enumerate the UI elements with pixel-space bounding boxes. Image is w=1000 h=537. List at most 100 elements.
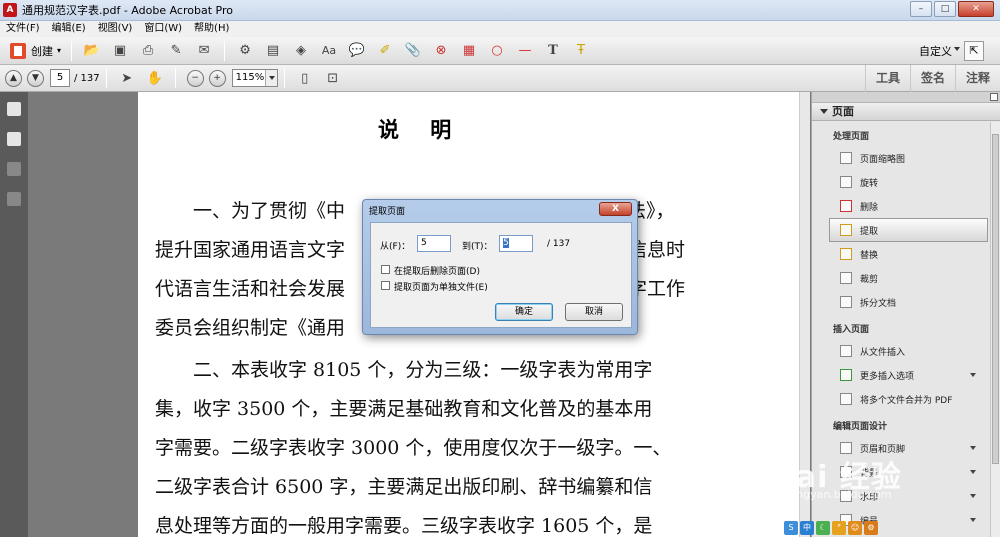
from-label: 从(F)： (380, 242, 411, 252)
previous-page-icon[interactable]: ▲ (5, 69, 22, 87)
panel-item-more-insert[interactable]: 更多插入选项 (812, 363, 1000, 387)
panel-item-label: 从文件插入 (860, 347, 906, 358)
highlight-icon[interactable]: ✐ (376, 42, 394, 60)
panel-options-icon[interactable] (990, 93, 998, 101)
bookmarks-icon[interactable] (7, 132, 21, 146)
section-title: 处理页面 (833, 132, 870, 142)
zoom-select[interactable]: 115% (231, 69, 278, 87)
crop-icon (840, 272, 852, 284)
email-icon[interactable]: ✉ (195, 42, 213, 60)
extract-separate-checkbox[interactable] (381, 281, 390, 290)
split-icon (840, 296, 852, 308)
stamp-icon[interactable]: ◈ (292, 42, 310, 60)
expand-icon[interactable]: ⇱ (964, 41, 984, 61)
menu-help[interactable]: 帮助(H) (188, 21, 235, 37)
tab-tools[interactable]: 工具 (864, 65, 910, 92)
attach-icon[interactable]: 📎 (404, 42, 422, 60)
toolbar-separator (283, 68, 285, 88)
panel-header-pages[interactable]: 页面 (812, 103, 1000, 121)
ime-icon[interactable]: S (784, 521, 798, 535)
extract-separate-label[interactable]: 提取页面为单独文件(E) (394, 280, 488, 293)
task-tabs: 工具 签名 注释 (864, 65, 1000, 92)
create-button[interactable]: 创建 ▾ (6, 40, 65, 62)
text-edit-icon[interactable]: Ŧ (572, 42, 590, 60)
ok-button[interactable]: 确定 (495, 303, 553, 321)
panel-item-delete[interactable]: 删除 (812, 194, 1000, 218)
chinese-mode-icon[interactable]: 中 (800, 521, 814, 535)
to-page-value: 5 (503, 238, 509, 248)
zoom-in-icon[interactable]: + (208, 69, 226, 87)
chevron-down-icon (970, 373, 976, 377)
fit-page-icon[interactable]: ▯ (296, 69, 314, 87)
delete-icon (840, 200, 852, 212)
delete-after-extract-label[interactable]: 在提取后删除页面(D) (394, 264, 480, 277)
open-icon[interactable]: 📂 (83, 42, 101, 60)
tab-sign[interactable]: 签名 (909, 65, 955, 92)
panel-item-split[interactable]: 拆分文档 (812, 290, 1000, 314)
panel-item-label: 页面缩略图 (860, 154, 906, 165)
panel-item-replace[interactable]: 替换 (812, 242, 1000, 266)
chevron-down-icon (970, 446, 976, 450)
dialog-close-button[interactable]: X (599, 202, 632, 216)
customize-menu[interactable]: 自定义 (919, 43, 952, 59)
attachments-icon[interactable] (7, 162, 21, 176)
title-bar: A 通用规范汉字表.pdf - Adobe Acrobat Pro – □ ✕ (0, 0, 1000, 21)
rotate-icon (840, 176, 852, 188)
cancel-button[interactable]: 取消 (565, 303, 623, 321)
print-icon[interactable]: ⎙ (139, 42, 157, 60)
insert-file-icon (840, 345, 852, 357)
hand-tool-icon[interactable]: ✋ (146, 69, 164, 87)
to-page-input[interactable]: 5 (499, 235, 533, 252)
total-pages: / 137 (547, 239, 571, 249)
panel-item-label: 提取 (860, 226, 879, 237)
edit-icon[interactable]: ✎ (167, 42, 185, 60)
page-number-input[interactable]: 5 (50, 69, 70, 87)
maximize-button[interactable]: □ (934, 1, 956, 17)
panel-scrollbar[interactable] (990, 122, 1000, 537)
panel-item-thumbnails[interactable]: 页面缩略图 (812, 146, 1000, 170)
panel-item-label: 删除 (860, 202, 879, 213)
save-icon[interactable]: ▣ (111, 42, 129, 60)
punctuation-icon[interactable]: ° (832, 521, 846, 535)
fullscreen-icon[interactable]: ⊡ (324, 69, 342, 87)
paragraph-line: 息处理等方面的一般用字需要。三级字表收字 1605 个，是 (155, 515, 653, 537)
save-copy-icon[interactable]: ▤ (264, 42, 282, 60)
panel-item-extract[interactable]: 提取 (829, 218, 988, 242)
chevron-down-icon (954, 47, 960, 51)
menu-file[interactable]: 文件(F) (0, 21, 46, 37)
baidu-watermark-url: jingyan.baidu.com (790, 488, 892, 501)
zoom-out-icon[interactable]: − (186, 69, 204, 87)
signatures-icon[interactable] (7, 192, 21, 206)
settings-icon[interactable]: ⚙ (864, 521, 878, 535)
text-size-icon[interactable]: Aa (320, 42, 338, 60)
window-controls: – □ ✕ (908, 1, 994, 17)
toolbar-separator (174, 68, 176, 88)
line-icon[interactable]: — (516, 42, 534, 60)
moon-icon[interactable]: ☾ (816, 521, 830, 535)
menu-window[interactable]: 窗口(W) (138, 21, 188, 37)
page-thumbnails-icon[interactable] (7, 102, 21, 116)
note-icon[interactable]: ▦ (460, 42, 478, 60)
comment-icon[interactable]: 💬 (348, 42, 366, 60)
circle-icon[interactable]: ○ (488, 42, 506, 60)
minimize-button[interactable]: – (910, 1, 932, 17)
text-icon[interactable]: T (544, 42, 562, 60)
select-cursor-icon[interactable]: ➤ (118, 69, 136, 87)
emoji-icon[interactable]: ☺ (848, 521, 862, 535)
menu-edit[interactable]: 编辑(E) (46, 21, 92, 37)
close-button[interactable]: ✕ (958, 1, 994, 17)
delete-doc-icon[interactable]: ⊗ (432, 42, 450, 60)
chevron-down-icon: ▾ (57, 46, 62, 55)
panel-item-rotate[interactable]: 旋转 (812, 170, 1000, 194)
panel-item-combine[interactable]: 将多个文件合并为 PDF (812, 387, 1000, 411)
panel-item-crop[interactable]: 裁剪 (812, 266, 1000, 290)
menu-view[interactable]: 视图(V) (92, 21, 139, 37)
tab-comment[interactable]: 注释 (954, 65, 1000, 92)
next-page-icon[interactable]: ▼ (27, 69, 44, 87)
scrollbar-thumb[interactable] (992, 134, 999, 464)
from-page-input[interactable]: 5 (417, 235, 451, 252)
acrobat-icon: A (3, 3, 17, 17)
panel-item-insert-file[interactable]: 从文件插入 (812, 339, 1000, 363)
delete-after-extract-checkbox[interactable] (381, 265, 390, 274)
gear-icon[interactable]: ⚙ (236, 42, 254, 60)
